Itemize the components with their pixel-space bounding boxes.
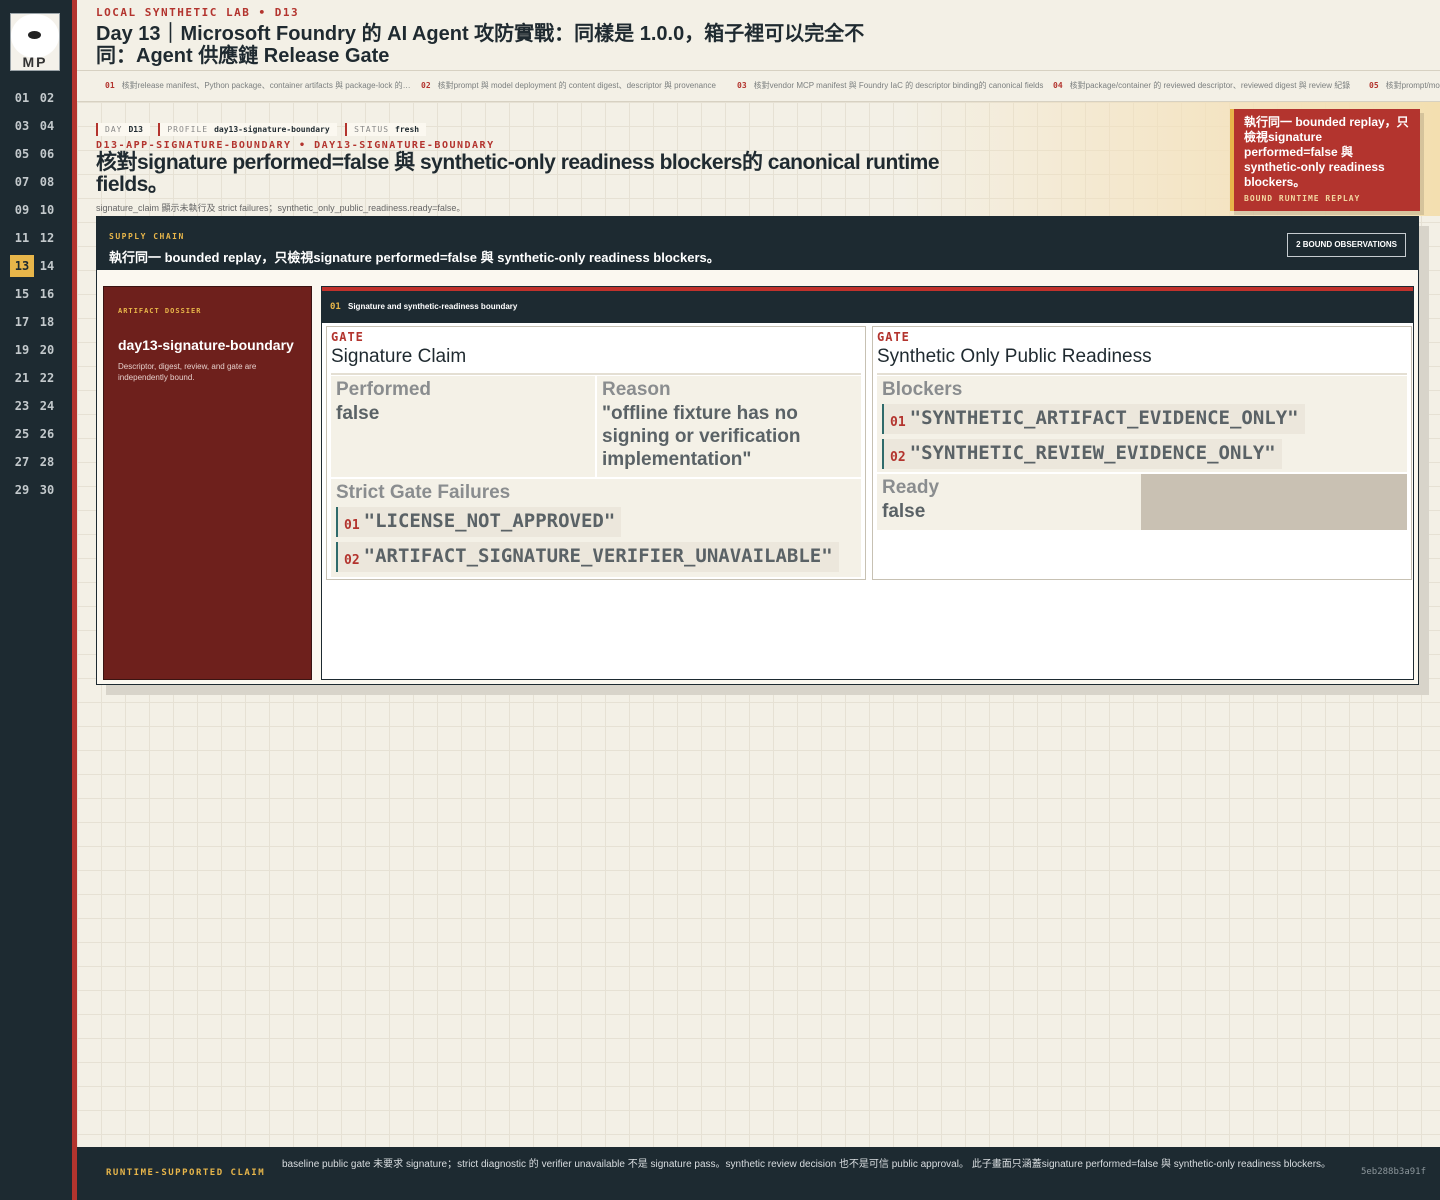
sidebar-day-27[interactable]: 27 <box>10 451 34 473</box>
gate-kicker: GATE <box>331 330 364 344</box>
gate-kicker: GATE <box>877 330 910 344</box>
tab-04[interactable]: 04 核對package/container 的 reviewed descrip… <box>1044 80 1360 91</box>
panel-kicker: SUPPLY CHAIN <box>109 232 185 241</box>
field-label: Strict Gate Failures <box>336 482 511 503</box>
gate-title: Synthetic Only Public Readiness <box>877 346 1152 367</box>
divider <box>77 70 1440 71</box>
sidebar-day-24[interactable]: 24 <box>35 395 59 417</box>
sidebar-day-28[interactable]: 28 <box>35 451 59 473</box>
sidebar-day-16[interactable]: 16 <box>35 283 59 305</box>
sidebar-day-15[interactable]: 15 <box>10 283 34 305</box>
chip-day: DAY D13 <box>96 123 150 136</box>
strict-failures-field: Strict Gate Failures 01 "LICENSE_NOT_APPR… <box>331 479 861 577</box>
sidebar-day-26[interactable]: 26 <box>35 423 59 445</box>
divider <box>877 373 1407 375</box>
artifact-dossier: ARTIFACT DOSSIER day13-signature-boundar… <box>103 286 312 680</box>
chip-status: STATUS fresh <box>345 123 427 136</box>
sidebar-day-01[interactable]: 01 <box>10 87 34 109</box>
chip-profile: PROFILE day13-signature-boundary <box>158 123 337 136</box>
hero-title: 核對signature performed=false 與 synthetic-… <box>96 151 940 196</box>
hero-ids: D13-APP-SIGNATURE-BOUNDARY • DAY13-SIGNA… <box>96 140 495 151</box>
sidebar-day-06[interactable]: 06 <box>35 143 59 165</box>
sidebar-day-02[interactable]: 02 <box>35 87 59 109</box>
sidebar-day-21[interactable]: 21 <box>10 367 34 389</box>
footer-claim: RUNTIME-SUPPORTED CLAIM baseline public … <box>77 1147 1440 1200</box>
sidebar-day-17[interactable]: 17 <box>10 311 34 333</box>
sidebar-day-09[interactable]: 09 <box>10 199 34 221</box>
sidebar-day-04[interactable]: 04 <box>35 115 59 137</box>
logo-dot <box>28 31 41 39</box>
detail-header[interactable]: 01 Signature and synthetic-readiness bou… <box>322 291 1413 323</box>
meta-chips: DAY D13 PROFILE day13-signature-boundary S… <box>96 119 430 137</box>
field-label: Performed <box>336 379 432 400</box>
detail-title: Signature and synthetic-readiness bounda… <box>348 302 518 311</box>
sidebar-day-13[interactable]: 13 <box>10 255 34 277</box>
reason-field: Reason "offline fixture has no signing o… <box>597 376 861 477</box>
replay-card-subtitle: BOUND RUNTIME REPLAY <box>1244 194 1361 203</box>
performed-field: Performed false <box>331 376 595 477</box>
sidebar-day-12[interactable]: 12 <box>35 227 59 249</box>
sidebar-day-22[interactable]: 22 <box>35 367 59 389</box>
page-header: LOCAL SYNTHETIC LAB • D13 Day 13｜Microso… <box>96 6 896 67</box>
dossier-description: Descriptor, digest, review, and gate are… <box>118 362 257 382</box>
sidebar-day-23[interactable]: 23 <box>10 395 34 417</box>
detail-number: 01 <box>330 302 341 312</box>
sidebar-day-08[interactable]: 08 <box>35 171 59 193</box>
field-label: Blockers <box>882 379 963 400</box>
page-title: Day 13｜Microsoft Foundry 的 AI Agent 攻防實戰… <box>96 23 865 67</box>
sidebar-day-07[interactable]: 07 <box>10 171 34 193</box>
footer-hash: 5eb288b3a91f <box>1360 1167 1426 1177</box>
field-label: Ready <box>882 477 940 498</box>
ready-field: Ready false <box>877 474 1407 530</box>
bound-observations-button[interactable]: 2 BOUND OBSERVATIONS <box>1287 233 1406 257</box>
header-kicker: LOCAL SYNTHETIC LAB • D13 <box>96 6 300 19</box>
sidebar-day-29[interactable]: 29 <box>10 479 34 501</box>
supply-chain-panel: SUPPLY CHAIN 執行同一 bounded replay，只檢視sign… <box>96 216 1419 685</box>
replay-card-title: 執行同一 bounded replay，只檢視signature perform… <box>1244 115 1409 189</box>
sidebar-day-03[interactable]: 03 <box>10 115 34 137</box>
dossier-name: day13-signature-boundary <box>118 337 294 353</box>
footer-kicker: RUNTIME-SUPPORTED CLAIM <box>106 1168 266 1178</box>
replay-card[interactable]: 執行同一 bounded replay，只檢視signature perform… <box>1230 109 1420 211</box>
list-item: 01 "LICENSE_NOT_APPROVED" <box>336 507 622 537</box>
hero-subtitle: signature_claim 顯示未執行及 strict failures；s… <box>96 203 466 213</box>
gate-title: Signature Claim <box>331 346 467 367</box>
panel-header: SUPPLY CHAIN 執行同一 bounded replay，只檢視sign… <box>97 217 1418 270</box>
sidebar-day-20[interactable]: 20 <box>35 339 59 361</box>
footer-text: baseline public gate 未要求 signature；stric… <box>282 1159 1332 1170</box>
tab-01[interactable]: 01 核對release manifest、Python package、cont… <box>96 80 412 91</box>
tab-02[interactable]: 02 核對prompt 與 model deployment 的 content … <box>412 80 728 91</box>
signature-claim-gate: GATE Signature Claim Performed false Rea… <box>326 326 866 580</box>
field-label: Reason <box>602 379 671 400</box>
panel-title: 執行同一 bounded replay，只檢視signature perform… <box>109 250 720 265</box>
field-value: "offline fixture has no signing or verif… <box>602 403 801 470</box>
sidebar-day-19[interactable]: 19 <box>10 339 34 361</box>
dossier-kicker: ARTIFACT DOSSIER <box>118 307 202 315</box>
list-item: 02 "SYNTHETIC_REVIEW_EVIDENCE_ONLY" <box>882 439 1282 469</box>
divider <box>331 373 861 375</box>
field-value: false <box>336 403 380 424</box>
tab-05[interactable]: 05核對prompt/model <box>1360 80 1440 91</box>
list-item: 01 "SYNTHETIC_ARTIFACT_EVIDENCE_ONLY" <box>882 404 1305 434</box>
sidebar-day-10[interactable]: 10 <box>35 199 59 221</box>
sidebar: MP 01 0203 0405 0607 0809 1011 1213 1415 1617 181… <box>0 0 72 1200</box>
synthetic-readiness-gate: GATE Synthetic Only Public Readiness Blo… <box>872 326 1412 580</box>
sidebar-day-30[interactable]: 30 <box>35 479 59 501</box>
field-value: false <box>882 501 926 522</box>
sidebar-day-14[interactable]: 14 <box>35 255 59 277</box>
sidebar-day-25[interactable]: 25 <box>10 423 34 445</box>
day-navigation: 01 0203 0405 0607 0809 1011 1213 1415 1617 1819 20… <box>10 87 66 507</box>
tab-03[interactable]: 03 核對vendor MCP manifest 與 Foundry IaC 的 … <box>728 80 1044 91</box>
sidebar-day-11[interactable]: 11 <box>10 227 34 249</box>
logo[interactable]: MP <box>10 13 60 71</box>
day-tabs: 01 核對release manifest、Python package、cont… <box>96 80 1440 94</box>
blockers-field: Blockers 01 "SYNTHETIC_ARTIFACT_EVIDENCE_… <box>877 376 1407 472</box>
ready-indicator <box>1141 474 1407 530</box>
sidebar-day-18[interactable]: 18 <box>35 311 59 333</box>
logo-text: MP <box>22 54 48 70</box>
observation-detail: 01 Signature and synthetic-readiness bou… <box>321 286 1414 680</box>
list-item: 02 "ARTIFACT_SIGNATURE_VERIFIER_UNAVAILAB… <box>336 542 839 572</box>
sidebar-day-05[interactable]: 05 <box>10 143 34 165</box>
